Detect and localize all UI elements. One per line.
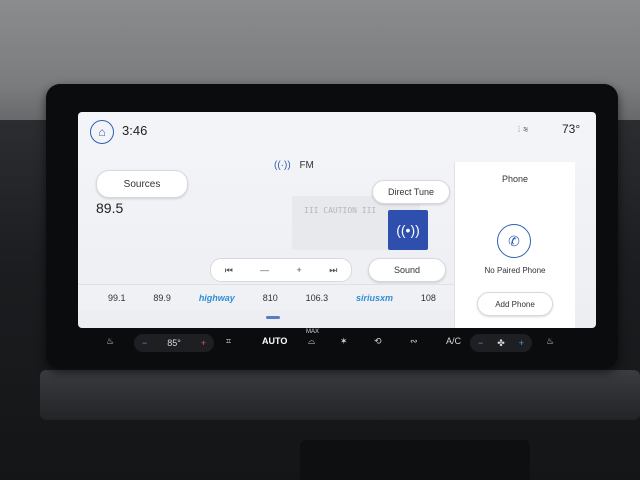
- clock: 3:46: [122, 123, 148, 138]
- fan-down-button[interactable]: −: [478, 338, 483, 348]
- band-indicator: ((·)) FM: [274, 160, 314, 171]
- driver-temp-up-button[interactable]: +: [201, 338, 206, 348]
- status-icons: ⦙≋: [518, 124, 531, 135]
- driver-temp-down-button[interactable]: −: [142, 338, 147, 348]
- status-bar: ⌂ 3:46 ⦙≋ 73°: [78, 112, 596, 148]
- climate-bar: ♨ − 85° + ⌗ AUTO MAX ⌓ ✶ ⟲ ∾ A/C − ✤ + ♨: [92, 326, 572, 362]
- sources-button[interactable]: Sources: [96, 170, 188, 198]
- band-label: FM: [299, 160, 314, 171]
- heated-seat-icon[interactable]: ♨: [106, 336, 114, 347]
- airflow-icon[interactable]: ✶: [340, 336, 348, 347]
- ac-button[interactable]: A/C: [446, 336, 461, 346]
- current-frequency: 89.5: [96, 200, 124, 216]
- fan-control: − ✤ +: [470, 334, 532, 352]
- fresh-air-icon[interactable]: ∾: [410, 336, 418, 347]
- transport-controls: ⏮ — + ⏭: [210, 258, 352, 282]
- rear-defrost-icon[interactable]: ⌗: [226, 336, 231, 347]
- home-icon: ⌂: [98, 125, 106, 139]
- max-defrost-label: MAX: [306, 329, 320, 335]
- preset-2[interactable]: 89.9: [153, 293, 171, 303]
- wifi-icon: ≋: [523, 124, 532, 134]
- dash-trim: [40, 370, 640, 420]
- preset-1[interactable]: 99.1: [108, 293, 126, 303]
- preset-6[interactable]: siriusxm: [356, 293, 393, 303]
- driver-temp-control: − 85° +: [134, 334, 214, 352]
- passenger-seat-icon[interactable]: ♨: [546, 336, 554, 347]
- add-phone-button[interactable]: Add Phone: [477, 292, 553, 316]
- seek-forward-icon[interactable]: ⏭: [329, 265, 337, 276]
- home-button[interactable]: ⌂: [90, 120, 114, 144]
- fan-icon: ✤: [497, 337, 505, 348]
- direct-tune-button[interactable]: Direct Tune: [372, 180, 450, 204]
- tune-down-button[interactable]: —: [260, 265, 269, 275]
- phone-icon: ✆: [508, 232, 520, 249]
- seek-back-icon[interactable]: ⏮: [225, 265, 233, 276]
- fan-up-button[interactable]: +: [519, 338, 524, 348]
- phone-button[interactable]: ✆: [497, 224, 531, 258]
- phone-panel: Phone ✆ No Paired Phone Add Phone: [454, 162, 575, 328]
- radio-signal-icon: ((·)): [274, 160, 291, 171]
- dash-slot: [300, 440, 530, 480]
- sound-button[interactable]: Sound: [368, 258, 446, 282]
- defrost-icon[interactable]: ⌓: [308, 336, 315, 347]
- recirculate-icon[interactable]: ⟲: [374, 336, 382, 347]
- tune-up-button[interactable]: +: [297, 265, 302, 275]
- preset-7[interactable]: 108: [421, 293, 436, 303]
- preset-5[interactable]: 106.3: [306, 293, 329, 303]
- phone-status: No Paired Phone: [484, 266, 546, 275]
- radio-station-tile[interactable]: ((•)): [388, 210, 428, 250]
- phone-title: Phone: [501, 174, 529, 184]
- page-indicator: [266, 316, 280, 319]
- outside-temperature: 73°: [562, 122, 581, 136]
- preset-4[interactable]: 810: [263, 293, 278, 303]
- broadcast-icon: ((•)): [396, 222, 420, 238]
- infotainment-screen: ⌂ 3:46 ⦙≋ 73° ((·)) FM Sources 89.5 III …: [78, 112, 596, 328]
- driver-temp-value: 85°: [167, 338, 181, 348]
- auto-button[interactable]: AUTO: [262, 336, 287, 346]
- preset-bar: 99.1 89.9 highway 810 106.3 siriusxm 108: [78, 284, 454, 310]
- preset-3[interactable]: highway: [199, 293, 235, 303]
- station-art-text: III CAUTION III: [304, 206, 377, 215]
